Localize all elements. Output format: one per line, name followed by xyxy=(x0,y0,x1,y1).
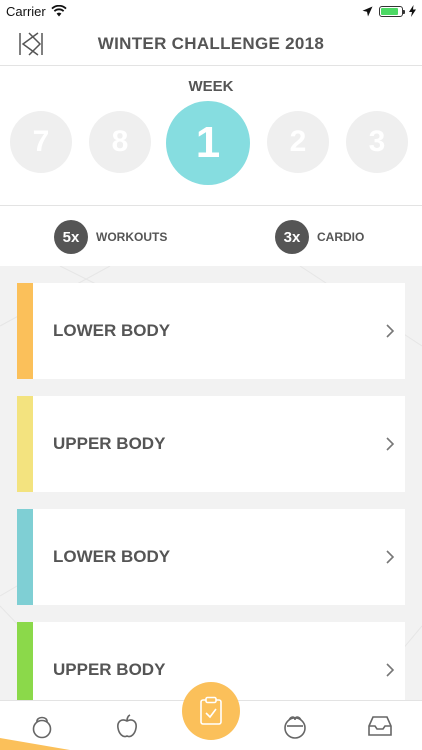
cardio-stat: 3x CARDIO xyxy=(275,220,364,254)
chevron-right-icon xyxy=(375,622,405,700)
tab-challenge-active[interactable] xyxy=(182,682,240,740)
card-color-stripe xyxy=(17,396,33,492)
status-bar: Carrier xyxy=(0,0,422,22)
workout-card-lower-body[interactable]: LOWER BODY xyxy=(17,283,405,379)
chevron-right-icon xyxy=(375,396,405,492)
workouts-label: WORKOUTS xyxy=(96,230,168,244)
baby-icon xyxy=(284,716,306,739)
page-title: WINTER CHALLENGE 2018 xyxy=(97,33,325,53)
workout-title: LOWER BODY xyxy=(53,547,171,566)
week-item-2[interactable]: 2 xyxy=(267,111,329,173)
cardio-label: CARDIO xyxy=(317,230,365,244)
tab-inbox[interactable] xyxy=(350,701,410,750)
cardio-count-badge: 3x xyxy=(275,220,309,254)
workouts-stat: 5x WORKOUTS xyxy=(54,220,167,254)
card-color-stripe xyxy=(17,283,33,379)
decorative-wedge xyxy=(0,738,70,750)
week-selector: WEEK 7 8 1 2 3 xyxy=(0,66,422,206)
nav-bar: WINTER CHALLENGE 2018 xyxy=(0,22,422,66)
carrier-label: Carrier xyxy=(6,3,46,19)
week-label: WEEK xyxy=(188,78,234,95)
chevron-right-icon xyxy=(375,283,405,379)
tab-baby[interactable] xyxy=(265,701,325,750)
workout-card-lower-body[interactable]: LOWER BODY xyxy=(17,509,405,605)
tab-nutrition[interactable] xyxy=(97,701,157,750)
location-arrow-icon xyxy=(362,6,373,16)
apple-icon xyxy=(117,714,137,738)
workout-title: UPPER BODY xyxy=(53,434,166,453)
week-item-3[interactable]: 3 xyxy=(346,111,408,173)
week-item-7[interactable]: 7 xyxy=(10,111,72,173)
week-item-1-active[interactable]: 1 xyxy=(166,101,250,185)
clipboard-check-icon xyxy=(200,696,222,725)
workout-title: LOWER BODY xyxy=(53,321,171,340)
week-item-8[interactable]: 8 xyxy=(89,111,151,173)
card-color-stripe xyxy=(17,622,33,700)
inbox-icon xyxy=(368,716,392,736)
workout-list[interactable]: LOWER BODY UPPER BODY LOWER BODY UPPER B… xyxy=(0,266,422,700)
workouts-count-badge: 5x xyxy=(54,220,88,254)
card-color-stripe xyxy=(17,509,33,605)
wifi-icon xyxy=(51,5,67,17)
kayla-k-logo-icon[interactable] xyxy=(18,32,44,56)
charging-bolt-icon xyxy=(409,5,416,17)
workout-card-upper-body[interactable]: UPPER BODY xyxy=(17,396,405,492)
weekly-stats: 5x WORKOUTS 3x CARDIO xyxy=(0,206,422,266)
chevron-right-icon xyxy=(375,509,405,605)
battery-icon xyxy=(379,5,405,17)
workout-title: UPPER BODY xyxy=(53,660,166,679)
